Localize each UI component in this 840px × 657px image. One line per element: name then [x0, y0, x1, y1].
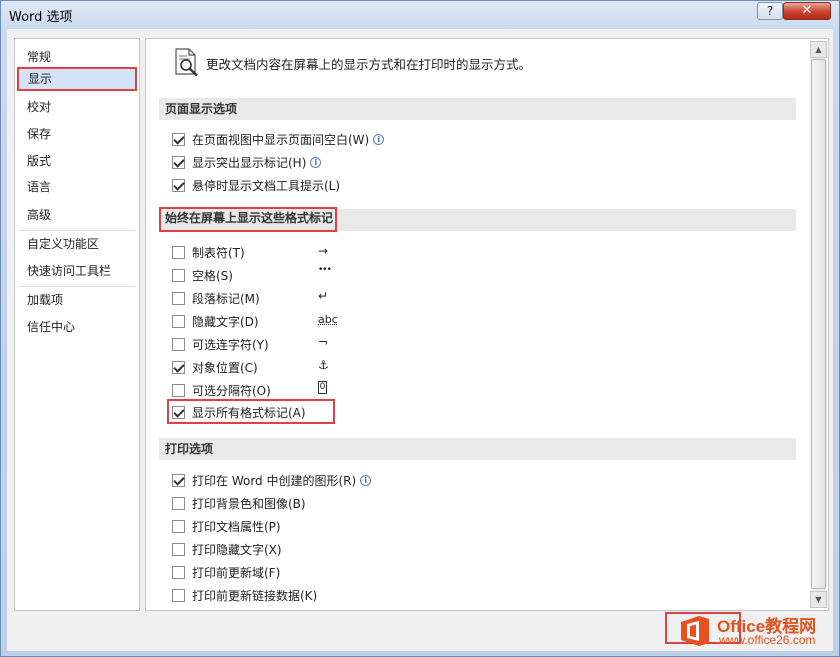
option-hidden-text[interactable]: 隐藏文字(D) [172, 311, 259, 331]
display-options-panel: 更改文档内容在屏幕上的显示方式和在打印时的显示方式。 页面显示选项 在页面视图中… [145, 38, 829, 611]
option-label: 打印前更新链接数据(K) [192, 588, 318, 603]
option-label: 打印文档属性(P) [192, 519, 281, 534]
option-label: 显示突出显示标记(H) [192, 155, 307, 170]
watermark: Office教程网 www.office26.com [665, 612, 837, 652]
sidebar-item-advanced[interactable]: 高级 [17, 203, 137, 227]
sidebar-divider [19, 286, 135, 287]
option-object-anchors[interactable]: 对象位置(C) [172, 357, 258, 377]
sidebar-item-typography[interactable]: 版式 [17, 149, 137, 173]
option-print-drawings[interactable]: 打印在 Word 中创建的图形(R) i [172, 470, 372, 490]
section-header-page-display: 页面显示选项 [159, 98, 796, 120]
option-label: 可选分隔符(O) [192, 383, 271, 398]
option-update-fields-before-print[interactable]: 打印前更新域(F) [172, 562, 280, 582]
sidebar-item-save[interactable]: 保存 [17, 122, 137, 146]
option-label: 显示所有格式标记(A) [192, 405, 306, 420]
info-icon: i [360, 474, 372, 486]
checkbox[interactable] [172, 178, 185, 192]
option-optional-hyphens[interactable]: 可选连字符(Y) [172, 334, 269, 354]
option-print-hidden-text[interactable]: 打印隐藏文字(X) [172, 539, 282, 559]
magnifier-document-icon [175, 48, 198, 77]
info-icon: i [373, 133, 385, 145]
vertical-scrollbar[interactable]: ▲ ▼ [810, 41, 827, 608]
option-optional-breaks[interactable]: 可选分隔符(O) [172, 380, 271, 400]
options-sidebar: 常规 显示 校对 保存 版式 语言 高级 自定义功能区 快速访问工具栏 加载项 … [14, 38, 140, 611]
option-label: 打印背景色和图像(B) [192, 496, 306, 511]
word-options-dialog: Word 选项 ? ✕ 常规 显示 校对 保存 版式 语言 高级 自定义功能区 … [0, 0, 840, 657]
optional-hyphen-symbol: ¬ [318, 335, 329, 349]
option-label: 空格(S) [192, 268, 233, 283]
option-label: 段落标记(M) [192, 291, 260, 306]
window-title: Word 选项 [9, 10, 73, 25]
checkbox[interactable] [172, 245, 185, 259]
checkbox[interactable] [172, 337, 185, 351]
option-show-highlighter-marks[interactable]: 显示突出显示标记(H) i [172, 152, 322, 172]
space-mark-symbol: ••• [318, 265, 332, 275]
checkbox[interactable] [172, 519, 185, 533]
title-bar: Word 选项 ? ✕ [1, 1, 839, 29]
optional-break-symbol: 0 [318, 381, 327, 394]
option-show-tooltips-on-hover[interactable]: 悬停时显示文档工具提示(L) [172, 175, 340, 195]
help-button[interactable]: ? [757, 2, 783, 20]
scroll-thumb[interactable] [811, 59, 826, 589]
checkbox[interactable] [172, 291, 185, 305]
sidebar-item-customize-ribbon[interactable]: 自定义功能区 [17, 232, 137, 256]
checkbox[interactable] [172, 542, 185, 556]
sidebar-divider [19, 230, 135, 231]
option-tab-characters[interactable]: 制表符(T) [172, 242, 245, 262]
sidebar-item-trust-center[interactable]: 信任中心 [17, 315, 137, 339]
checkbox[interactable] [172, 405, 185, 419]
option-label: 打印隐藏文字(X) [192, 542, 282, 557]
scroll-down-icon[interactable]: ▼ [810, 591, 827, 608]
scroll-up-icon[interactable]: ▲ [810, 41, 827, 58]
hidden-text-symbol: abc [318, 313, 338, 326]
option-print-background[interactable]: 打印背景色和图像(B) [172, 493, 306, 513]
dialog-client: 常规 显示 校对 保存 版式 语言 高级 自定义功能区 快速访问工具栏 加载项 … [7, 29, 833, 651]
sidebar-item-proofing[interactable]: 校对 [17, 95, 137, 119]
option-paragraph-marks[interactable]: 段落标记(M) [172, 288, 260, 308]
paragraph-mark-symbol: ↵ [318, 289, 329, 303]
checkbox[interactable] [172, 588, 185, 602]
checkbox[interactable] [172, 132, 185, 146]
option-label: 对象位置(C) [192, 360, 258, 375]
option-label: 悬停时显示文档工具提示(L) [192, 178, 341, 193]
section-header-formatting-marks: 始终在屏幕上显示这些格式标记 [159, 207, 337, 232]
option-show-all-formatting-marks[interactable]: 显示所有格式标记(A) [172, 402, 306, 422]
option-label: 隐藏文字(D) [192, 314, 259, 329]
info-icon: i [310, 156, 322, 168]
sidebar-item-addins[interactable]: 加载项 [17, 288, 137, 312]
option-label: 可选连字符(Y) [192, 337, 269, 352]
sidebar-item-language[interactable]: 语言 [17, 175, 137, 199]
anchor-icon: ⚓ [318, 358, 329, 372]
checkbox[interactable] [172, 314, 185, 328]
checkbox[interactable] [172, 360, 185, 374]
sidebar-item-display[interactable]: 显示 [17, 67, 137, 91]
option-update-linked-data-before-print[interactable]: 打印前更新链接数据(K) [172, 585, 317, 605]
checkbox[interactable] [172, 155, 185, 169]
checkbox[interactable] [172, 496, 185, 510]
checkbox[interactable] [172, 565, 185, 579]
sidebar-item-general[interactable]: 常规 [17, 45, 137, 69]
option-spaces[interactable]: 空格(S) [172, 265, 233, 285]
option-label: 打印在 Word 中创建的图形(R) [192, 473, 357, 488]
panel-description: 更改文档内容在屏幕上的显示方式和在打印时的显示方式。 [206, 57, 532, 72]
option-label: 在页面视图中显示页面间空白(W) [192, 132, 370, 147]
option-label: 制表符(T) [192, 245, 245, 260]
watermark-url: www.office26.com [719, 633, 816, 647]
close-button[interactable]: ✕ [783, 2, 831, 20]
checkbox[interactable] [172, 383, 185, 397]
option-print-document-properties[interactable]: 打印文档属性(P) [172, 516, 281, 536]
option-show-whitespace[interactable]: 在页面视图中显示页面间空白(W) i [172, 129, 385, 149]
section-header-print-options: 打印选项 [159, 438, 796, 460]
checkbox[interactable] [172, 268, 185, 282]
office-logo-icon [681, 616, 709, 646]
tab-mark-symbol: → [318, 244, 329, 258]
sidebar-item-quick-access-toolbar[interactable]: 快速访问工具栏 [17, 259, 137, 283]
checkbox[interactable] [172, 473, 185, 487]
option-label: 打印前更新域(F) [192, 565, 281, 580]
